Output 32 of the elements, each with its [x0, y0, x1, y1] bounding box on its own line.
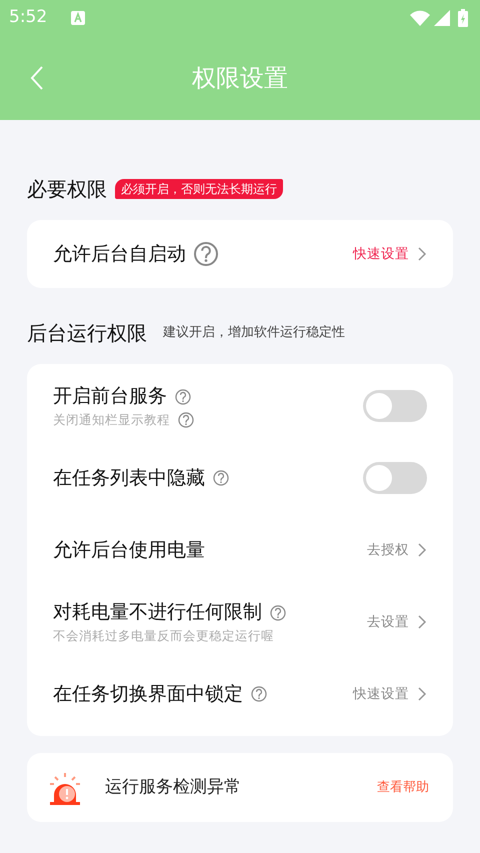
section-note: 建议开启，增加软件运行稳定性	[163, 324, 345, 342]
action-link[interactable]: 去授权	[367, 540, 409, 560]
back-icon[interactable]	[30, 65, 44, 91]
action-link[interactable]: 快速设置	[353, 684, 409, 704]
battery-icon	[458, 8, 468, 26]
section-title: 后台运行权限	[27, 320, 147, 347]
setting-label: 允许后台自启动	[53, 242, 186, 267]
signal-icon	[434, 10, 450, 26]
chevron-icon	[417, 246, 427, 262]
setting-label: 对耗电量不进行任何限制	[53, 600, 262, 626]
setting-label: 允许后台使用电量	[53, 538, 205, 563]
help-link[interactable]: 查看帮助	[377, 778, 429, 798]
alert-text: 运行服务检测异常	[105, 776, 242, 799]
warning-tag: 必须开启，否则无法长期运行	[115, 179, 283, 199]
setting-label: 在任务切换界面中锁定	[53, 682, 243, 707]
notification-icon	[71, 10, 86, 24]
action-link[interactable]: 去设置	[367, 612, 409, 632]
toggle-switch[interactable]	[363, 390, 427, 422]
section-title: 必要权限	[27, 176, 107, 203]
toggle-switch[interactable]	[363, 462, 427, 494]
alarm-icon	[49, 770, 81, 804]
wifi-icon	[410, 10, 430, 26]
chevron-icon	[417, 542, 427, 558]
chevron-icon	[417, 686, 427, 702]
setting-hint: 不会消耗过多电量反而会更稳定运行喔	[53, 626, 274, 645]
setting-hint: 关闭通知栏显示教程	[53, 410, 170, 429]
action-link[interactable]: 快速设置	[353, 244, 409, 264]
setting-label: 在任务列表中隐藏	[53, 466, 205, 491]
setting-label: 开启前台服务	[53, 384, 167, 410]
clock-text: 5:52	[9, 6, 48, 29]
page-title: 权限设置	[192, 62, 288, 94]
chevron-icon	[417, 614, 427, 630]
